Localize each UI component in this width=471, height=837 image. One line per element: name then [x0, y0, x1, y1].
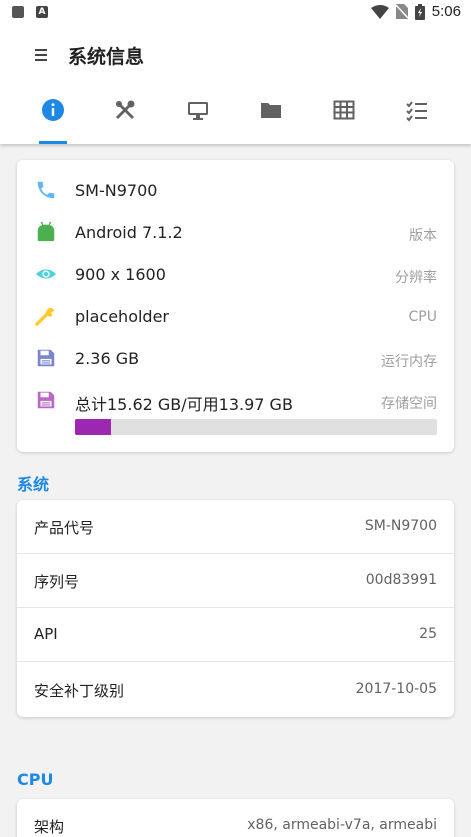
device-overview-card: SM-N9700 Android 7.1.2 版本 900 x 1600 分辨率… [17, 160, 454, 452]
product-code-value: SM-N9700 [364, 518, 437, 534]
tab-indicator [39, 141, 67, 144]
clock: 5:06 [431, 3, 461, 20]
system-row-product[interactable]: 产品代号 SM-N9700 [17, 500, 454, 554]
tab-bar [0, 92, 471, 144]
system-section-title: 系统 [17, 475, 50, 494]
app-bar: 系统信息 [0, 26, 471, 144]
info-row-resolution: 900 x 1600 分辨率 [17, 253, 454, 295]
ram-value: 2.36 GB [75, 349, 140, 368]
wifi-icon [370, 4, 389, 19]
tab-info[interactable] [28, 92, 78, 144]
storage-progress-fill [75, 419, 112, 435]
a-icon: A [36, 6, 48, 18]
tab-storage[interactable] [246, 92, 296, 144]
info-icon [42, 99, 64, 121]
system-row-security-patch[interactable]: 安全补丁级别 2017-10-05 [17, 663, 454, 717]
architecture-value: x86, armeabi-v7a, armeabi [247, 817, 437, 833]
serial-value: 00d83991 [365, 572, 437, 588]
system-row-api[interactable]: API 25 [17, 608, 454, 662]
system-row-serial[interactable]: 序列号 00d83991 [17, 554, 454, 608]
menu-icon[interactable] [32, 46, 52, 64]
storage-label: 存储空间 [381, 396, 437, 412]
info-row-model: SM-N9700 [17, 169, 454, 211]
page-title: 系统信息 [68, 46, 145, 68]
checklist-icon [406, 101, 427, 122]
product-code-label: 产品代号 [34, 519, 95, 537]
android-version-value: Android 7.1.2 [75, 223, 183, 242]
cpu-label: CPU [408, 309, 437, 325]
cpu-value: placeholder [75, 307, 169, 326]
architecture-label: 架构 [34, 818, 65, 836]
monitor-icon [188, 102, 208, 120]
api-value: 25 [419, 626, 437, 642]
serial-label: 序列号 [34, 573, 80, 591]
tab-apps[interactable] [319, 92, 369, 144]
storage-value: 总计15.62 GB/可用13.97 GB [75, 395, 293, 414]
grid-icon [12, 6, 24, 18]
tools-icon [116, 100, 135, 119]
android-version-label: 版本 [409, 228, 437, 244]
android-icon [37, 221, 55, 242]
cpu-section-title: CPU [17, 770, 54, 789]
resolution-value: 900 x 1600 [75, 265, 166, 284]
storage-icon [37, 391, 55, 409]
device-model-value: SM-N9700 [75, 181, 158, 200]
phone-icon [37, 181, 55, 199]
wrench-icon [35, 308, 55, 326]
info-row-cpu: placeholder CPU [17, 295, 454, 337]
tab-tools[interactable] [100, 92, 150, 144]
battery-icon [414, 3, 425, 20]
ram-label: 运行内存 [381, 354, 437, 370]
resolution-label: 分辨率 [395, 270, 437, 286]
cpu-card: 架构 x86, armeabi-v7a, armeabi [17, 799, 454, 837]
info-row-ram: 2.36 GB 运行内存 [17, 337, 454, 379]
cpu-row-architecture[interactable]: 架构 x86, armeabi-v7a, armeabi [17, 799, 454, 837]
security-patch-value: 2017-10-05 [355, 681, 437, 697]
no-sim-icon [395, 4, 408, 19]
save-icon [37, 349, 55, 367]
system-card: 产品代号 SM-N9700 序列号 00d83991 API 25 安全补丁级别… [17, 500, 454, 717]
tab-display[interactable] [173, 92, 223, 144]
info-row-storage: 总计15.62 GB/可用13.97 GB 存储空间 [17, 379, 454, 421]
info-row-android: Android 7.1.2 版本 [17, 211, 454, 253]
storage-progress-bar [75, 419, 437, 435]
eye-icon [35, 269, 57, 279]
folder-icon [261, 103, 281, 118]
tab-checklist[interactable] [392, 92, 442, 144]
security-patch-label: 安全补丁级别 [34, 682, 125, 700]
grid-table-icon [333, 100, 355, 120]
api-label: API [34, 625, 58, 643]
status-bar: A 5:06 [0, 0, 471, 26]
